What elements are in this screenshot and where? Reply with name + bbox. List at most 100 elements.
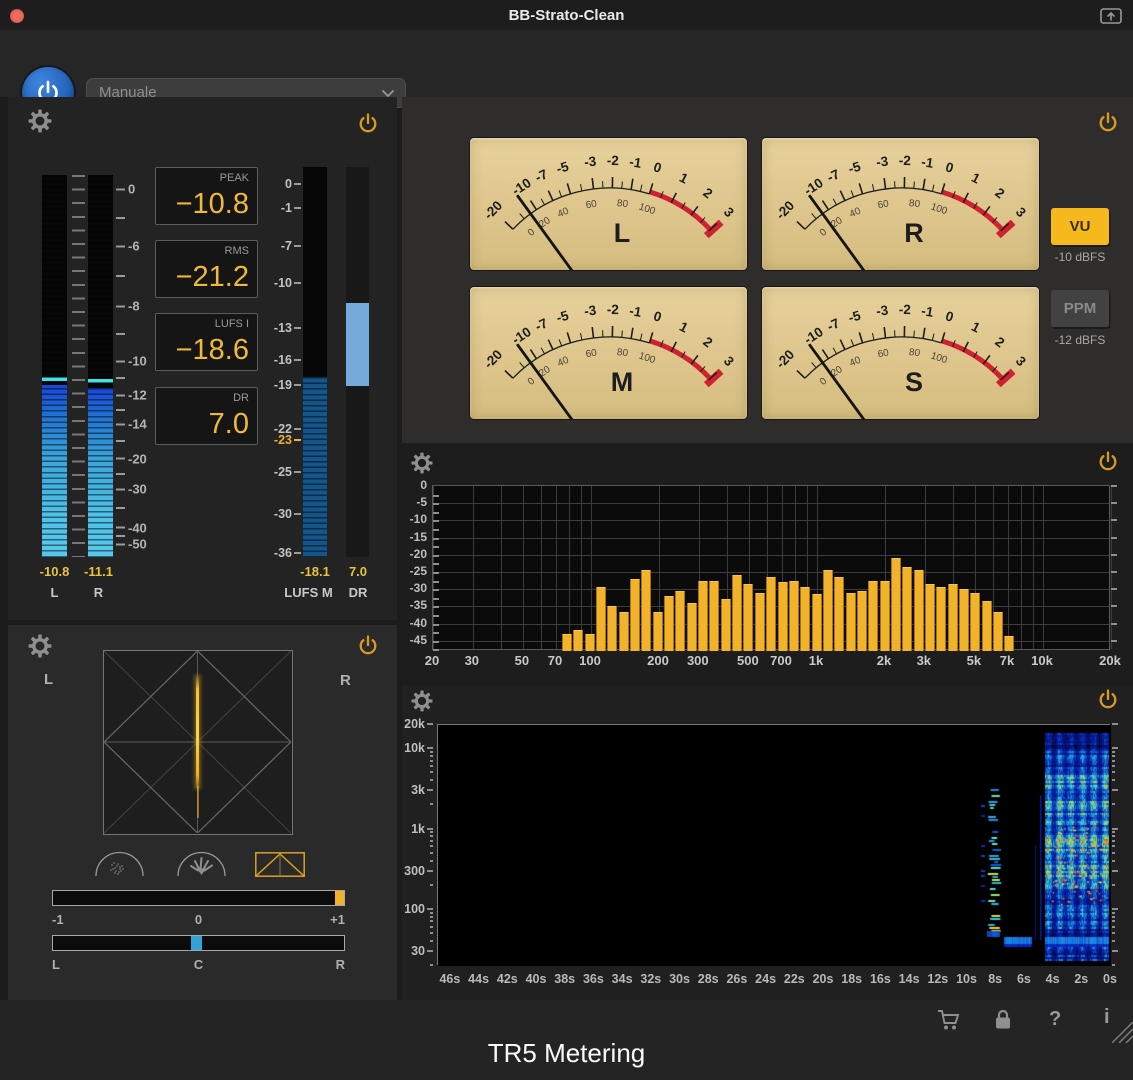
svg-text:60: 60: [585, 199, 598, 212]
scope-mode-vectorscope-button[interactable]: [255, 852, 305, 877]
left-level-value: -10.8: [32, 564, 77, 579]
goniometer-trace: [196, 676, 199, 788]
title-bar: BB-Strato-Clean: [0, 0, 1133, 30]
svg-text:-7: -7: [825, 315, 842, 334]
svg-text:-20: -20: [481, 347, 505, 371]
svg-text:-3: -3: [875, 302, 889, 318]
svg-text:-7: -7: [825, 166, 842, 185]
info-icon[interactable]: i: [1104, 1006, 1110, 1029]
svg-text:-1: -1: [920, 154, 935, 171]
svg-text:-5: -5: [847, 308, 863, 326]
vu-mode-button[interactable]: VU: [1051, 208, 1109, 245]
svg-text:-10: -10: [509, 175, 534, 198]
ppm-reference-caption: -12 dBFS: [1037, 333, 1123, 347]
vu-meter-face: -20-10-7-5-3-2-10123020406080100M: [470, 287, 747, 419]
peak-hold-left: [42, 377, 67, 381]
svg-text:0: 0: [526, 376, 538, 388]
svg-text:1: 1: [677, 170, 691, 187]
svg-text:-5: -5: [555, 308, 571, 326]
scope-mode-meteor-button[interactable]: [176, 851, 227, 877]
toolbar: Manuale: [0, 30, 1133, 97]
svg-text:80: 80: [616, 347, 629, 359]
svg-text:3: 3: [721, 353, 737, 369]
svg-text:60: 60: [585, 348, 598, 361]
svg-text:-3: -3: [875, 153, 889, 169]
svg-text:0: 0: [526, 227, 538, 239]
spectrum-analyzer-panel: 0-5-10-15-20-25-30-35-40-45 203050701002…: [402, 448, 1133, 680]
spectrogram-canvas: [438, 725, 1111, 966]
balance-indicator: [191, 936, 202, 950]
svg-text:1: 1: [969, 170, 983, 187]
meter-tick-strip: [72, 175, 85, 557]
goniometer-trace-tail: [197, 786, 199, 818]
spectrogram-y-axis-labels: 20k10k3k1k30010030: [402, 724, 433, 965]
vu-reference-caption: -10 dBFS: [1037, 250, 1123, 264]
svg-text:-2: -2: [607, 153, 619, 168]
dr-readout: DR 7.0: [155, 387, 258, 445]
dr-bar: [346, 303, 369, 386]
plugin-name: TR5 Metering: [0, 1038, 1133, 1069]
svg-text:2: 2: [992, 334, 1007, 351]
spectrum-right-ticks: [1111, 485, 1119, 650]
svg-text:-20: -20: [773, 347, 797, 371]
svg-text:-1: -1: [628, 303, 643, 320]
svg-text:1: 1: [677, 319, 691, 336]
meter-panel-power-icon[interactable]: [356, 112, 380, 136]
balance-labels: L C R: [52, 957, 345, 971]
spectrogram-plot: [437, 724, 1110, 965]
vu-meter-panel: -20-10-7-5-3-2-10123020406080100L -20-10…: [402, 97, 1133, 443]
svg-text:3: 3: [721, 204, 737, 220]
svg-text:R: R: [904, 218, 924, 248]
svg-text:S: S: [905, 367, 923, 397]
spectrogram-power-icon[interactable]: [1096, 688, 1120, 712]
vu-meter-l: -20-10-7-5-3-2-10123020406080100L: [470, 138, 747, 270]
svg-text:-3: -3: [583, 153, 597, 169]
vu-panel-power-icon[interactable]: [1096, 111, 1120, 135]
meter-fill-right: [88, 388, 113, 557]
level-meter-left: [42, 175, 67, 557]
vu-meter-face: -20-10-7-5-3-2-10123020406080100R: [762, 138, 1039, 270]
svg-text:-2: -2: [607, 302, 619, 317]
svg-text:-10: -10: [801, 175, 826, 198]
settings-gear-icon[interactable]: [28, 109, 52, 133]
left-channel-label: L: [32, 585, 77, 600]
svg-text:-1: -1: [628, 154, 643, 171]
goniometer-left-label: L: [44, 671, 53, 688]
goniometer-power-icon[interactable]: [356, 634, 380, 658]
correlation-meter[interactable]: [52, 890, 345, 906]
correlation-indicator: [335, 891, 344, 905]
scope-mode-cloud-button[interactable]: [94, 851, 145, 877]
svg-text:60: 60: [877, 199, 890, 212]
balance-meter[interactable]: [52, 935, 345, 951]
svg-text:100: 100: [929, 351, 949, 367]
svg-text:-2: -2: [899, 153, 911, 168]
ppm-mode-button[interactable]: PPM: [1051, 290, 1109, 327]
goniometer-settings-gear-icon[interactable]: [28, 634, 52, 658]
shopping-cart-icon[interactable]: [936, 1008, 962, 1037]
detach-window-icon[interactable]: [1100, 8, 1122, 24]
svg-text:60: 60: [877, 348, 890, 361]
svg-text:100: 100: [929, 202, 949, 218]
svg-text:0: 0: [818, 227, 830, 239]
svg-text:40: 40: [848, 355, 863, 370]
svg-text:-5: -5: [847, 159, 863, 177]
right-channel-label: R: [76, 585, 121, 600]
spectrum-power-icon[interactable]: [1096, 450, 1120, 474]
spectrogram-settings-gear-icon[interactable]: [411, 690, 433, 712]
lock-icon[interactable]: [994, 1008, 1012, 1035]
svg-text:-2: -2: [899, 302, 911, 317]
help-icon[interactable]: ?: [1049, 1008, 1061, 1031]
svg-text:80: 80: [616, 198, 629, 210]
svg-text:-20: -20: [481, 198, 505, 222]
svg-text:80: 80: [908, 198, 921, 210]
svg-text:40: 40: [556, 206, 571, 221]
svg-text:0: 0: [944, 308, 956, 325]
svg-text:-10: -10: [801, 324, 826, 347]
dr-label: DR: [335, 585, 381, 600]
svg-text:0: 0: [944, 159, 956, 176]
spectrum-y-axis-labels: 0-5-10-15-20-25-30-35-40-45: [402, 448, 429, 680]
svg-text:-5: -5: [555, 159, 571, 177]
level-meter-right: [88, 175, 113, 557]
right-level-value: -11.1: [76, 564, 121, 579]
svg-text:M: M: [611, 367, 634, 397]
